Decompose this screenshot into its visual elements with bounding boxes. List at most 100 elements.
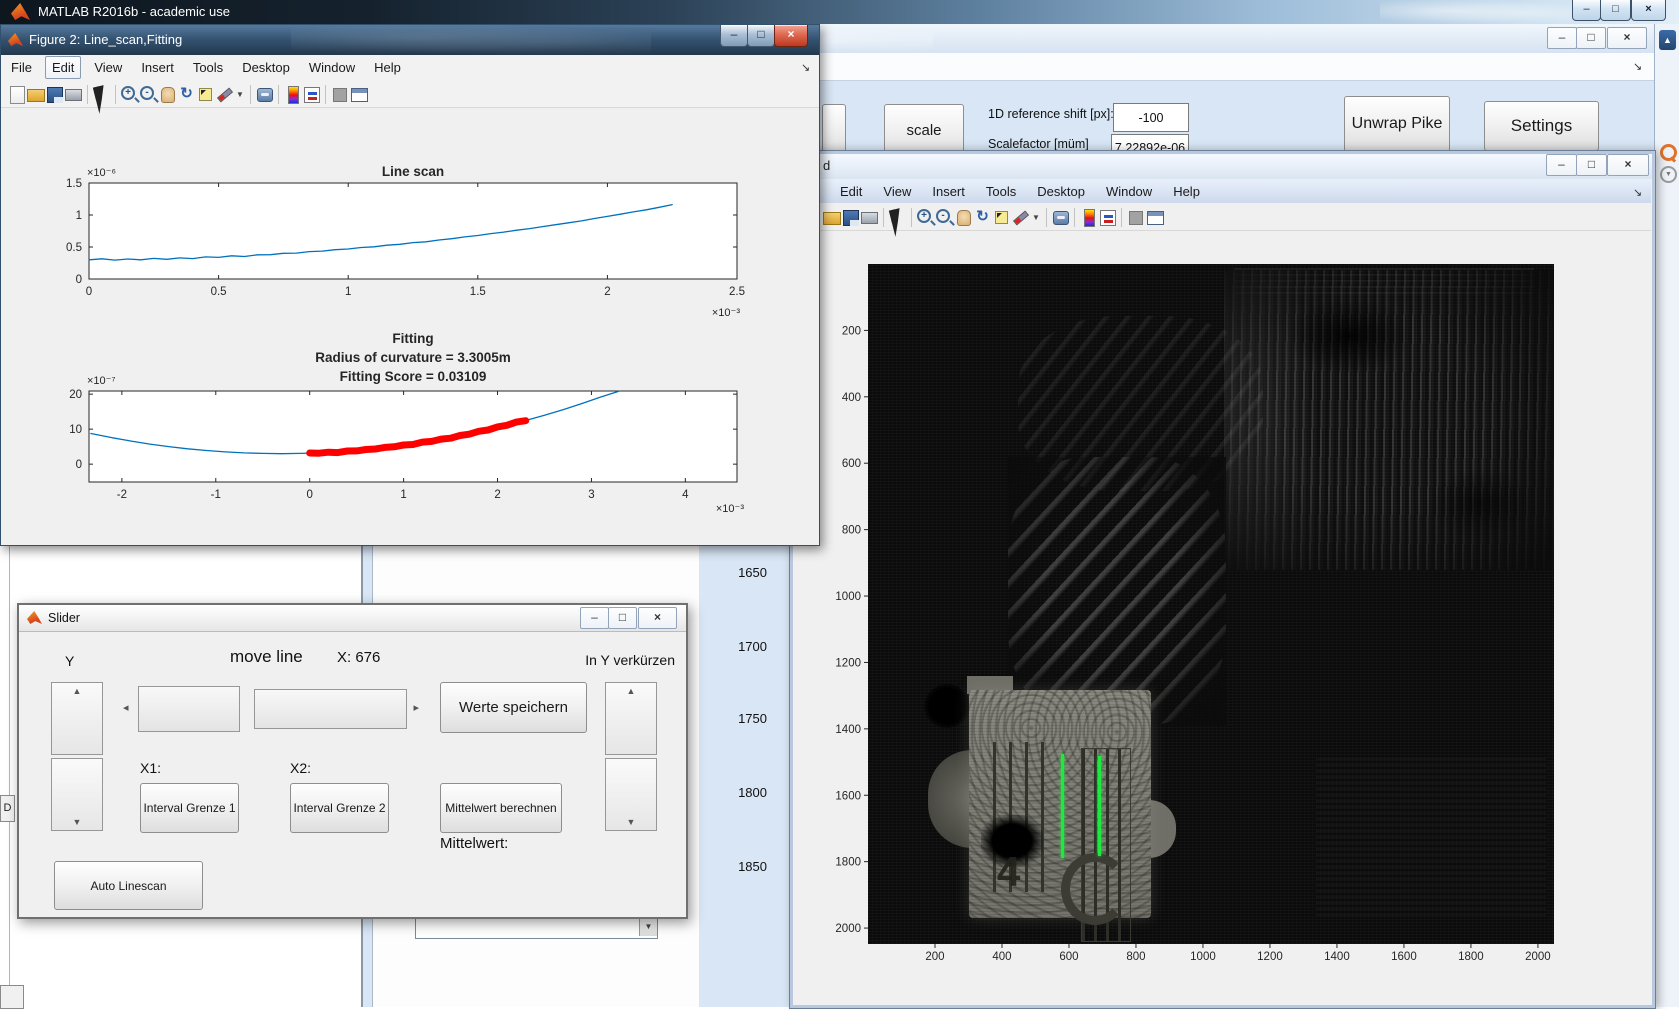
- print-icon[interactable]: [64, 85, 83, 103]
- menu-window[interactable]: Window: [1100, 181, 1158, 202]
- zoom-out-icon[interactable]: -: [139, 85, 158, 103]
- link-plots-icon[interactable]: [255, 85, 274, 103]
- ref-shift-input[interactable]: -100: [1113, 103, 1189, 132]
- figure2-maximize-button[interactable]: □: [747, 25, 775, 47]
- slider-titlebar[interactable]: Slider – □ ×: [19, 605, 686, 632]
- auto-linescan-button[interactable]: Auto Linescan: [54, 861, 203, 910]
- slider-close-button[interactable]: ×: [638, 607, 677, 629]
- link-plots-icon[interactable]: [1051, 208, 1070, 226]
- slider-thumb-block[interactable]: [254, 689, 407, 729]
- main-minimize-button[interactable]: –: [1572, 0, 1601, 21]
- gui-restore-button[interactable]: □: [1576, 27, 1606, 49]
- menu-file[interactable]: File: [5, 57, 38, 78]
- arrow-up-icon[interactable]: ▲: [606, 686, 656, 696]
- occluded-button-fragment[interactable]: [822, 104, 846, 154]
- menu-view[interactable]: View: [877, 181, 917, 202]
- figure2-minimize-button[interactable]: –: [720, 25, 748, 47]
- collapse-arrow-icon[interactable]: ▲: [1659, 30, 1676, 50]
- insert-colorbar-icon[interactable]: [1079, 208, 1098, 227]
- arrow-left-icon[interactable]: ◂: [123, 703, 129, 714]
- save-icon[interactable]: [45, 85, 64, 103]
- rotate-3d-icon[interactable]: ↻: [177, 85, 196, 103]
- pan-hand-icon[interactable]: [158, 85, 177, 103]
- print-icon[interactable]: [860, 208, 879, 226]
- figure2-titlebar[interactable]: Figure 2: Line_scan,Fitting – □ ×: [1, 25, 819, 55]
- menu-desktop[interactable]: Desktop: [1031, 181, 1091, 202]
- unwrap-pike-button[interactable]: Unwrap Pike: [1344, 96, 1450, 152]
- figure-right-menubar-chevron-icon[interactable]: ↘: [1633, 186, 1642, 199]
- plain-square-icon[interactable]: [1126, 208, 1145, 226]
- zoom-in-icon[interactable]: +: [916, 208, 935, 226]
- gui-minimize-button[interactable]: –: [1547, 27, 1577, 49]
- dropdown-circle-icon[interactable]: ▼: [1660, 166, 1677, 183]
- compute-mean-button[interactable]: Mittelwert berechnen: [440, 783, 562, 833]
- menu-view[interactable]: View: [88, 57, 128, 78]
- y-slider-right-upper[interactable]: ▲: [605, 682, 657, 755]
- gui-close-button[interactable]: ×: [1607, 27, 1647, 49]
- menu-edit[interactable]: Edit: [44, 56, 82, 79]
- arrow-down-icon[interactable]: ▼: [606, 817, 656, 827]
- y-slider-left-lower[interactable]: ▼: [51, 758, 103, 831]
- toolbar-separator: [115, 84, 116, 104]
- cursor-icon[interactable]: [888, 208, 907, 237]
- data-cursor-icon[interactable]: [992, 208, 1011, 226]
- insert-colorbar-icon[interactable]: [283, 85, 302, 104]
- brush-dropdown-icon[interactable]: ▼: [1032, 213, 1040, 222]
- plain-square-icon[interactable]: [330, 85, 349, 103]
- figure-right-restore-button[interactable]: □: [1576, 154, 1607, 176]
- arrow-right-icon[interactable]: ▸: [413, 703, 419, 714]
- cursor-icon[interactable]: [92, 85, 111, 114]
- insert-legend-icon[interactable]: [302, 85, 321, 103]
- menu-tools[interactable]: Tools: [187, 57, 229, 78]
- slider-minimize-button[interactable]: –: [580, 607, 609, 629]
- brush-icon[interactable]: [1011, 208, 1030, 226]
- y-slider-right-lower[interactable]: ▼: [605, 758, 657, 831]
- menu-tools[interactable]: Tools: [980, 181, 1022, 202]
- dock-figure-icon[interactable]: [349, 85, 368, 103]
- y-slider-left-upper[interactable]: ▲: [51, 682, 103, 755]
- new-document-icon[interactable]: [7, 85, 26, 104]
- menu-edit[interactable]: Edit: [834, 181, 868, 202]
- open-folder-icon[interactable]: [26, 85, 45, 103]
- gui-overflow-chevron-icon[interactable]: ↘: [1633, 60, 1642, 73]
- menu-insert[interactable]: Insert: [926, 181, 971, 202]
- main-maximize-button[interactable]: □: [1600, 0, 1631, 21]
- dock-figure-icon[interactable]: [1145, 208, 1164, 226]
- menu-help[interactable]: Help: [1167, 181, 1206, 202]
- save-icon[interactable]: [841, 208, 860, 226]
- figure-right-titlebar[interactable]: d – □ ×: [793, 154, 1652, 179]
- slider-restore-button[interactable]: □: [608, 607, 637, 629]
- move-line-slider[interactable]: ◂ ▸: [123, 686, 419, 733]
- insert-legend-icon[interactable]: [1098, 208, 1117, 226]
- settings-button[interactable]: Settings: [1484, 101, 1599, 151]
- slider-track-block[interactable]: [138, 686, 240, 732]
- figure-right-close-button[interactable]: ×: [1607, 154, 1649, 176]
- save-values-button[interactable]: Werte speichern: [440, 682, 587, 733]
- gui-dropdown[interactable]: ▼: [415, 917, 658, 939]
- brush-dropdown-icon[interactable]: ▼: [236, 90, 244, 99]
- data-cursor-icon[interactable]: [196, 85, 215, 103]
- figure-right-minimize-button[interactable]: –: [1546, 154, 1577, 176]
- y-slider-left[interactable]: ▲ ▼: [51, 682, 103, 832]
- arrow-up-icon[interactable]: ▲: [52, 686, 102, 696]
- zoom-in-icon[interactable]: +: [120, 85, 139, 103]
- y-slider-right[interactable]: ▲ ▼: [605, 682, 657, 832]
- figure2-menubar-chevron-icon[interactable]: ↘: [801, 61, 810, 74]
- menu-window[interactable]: Window: [303, 57, 361, 78]
- rotate-3d-icon[interactable]: ↻: [973, 208, 992, 226]
- brush-icon[interactable]: [215, 85, 234, 103]
- figure2-close-button[interactable]: ×: [774, 25, 808, 47]
- interval-limit1-button[interactable]: Interval Grenze 1: [140, 783, 239, 833]
- main-close-button[interactable]: ×: [1631, 0, 1666, 21]
- zoom-out-icon[interactable]: -: [935, 208, 954, 226]
- menu-insert[interactable]: Insert: [135, 57, 180, 78]
- pan-hand-icon[interactable]: [954, 208, 973, 226]
- arrow-down-icon[interactable]: ▼: [52, 817, 102, 827]
- menu-desktop[interactable]: Desktop: [236, 57, 296, 78]
- interval-limit2-button[interactable]: Interval Grenze 2: [290, 783, 389, 833]
- open-folder-icon[interactable]: [822, 208, 841, 226]
- x-tick-label: 1: [400, 489, 406, 501]
- matlab-main-titlebar[interactable]: MATLAB R2016b - academic use – □ ×: [0, 0, 1679, 24]
- dropdown-arrow-button[interactable]: ▼: [639, 918, 657, 936]
- menu-help[interactable]: Help: [368, 57, 407, 78]
